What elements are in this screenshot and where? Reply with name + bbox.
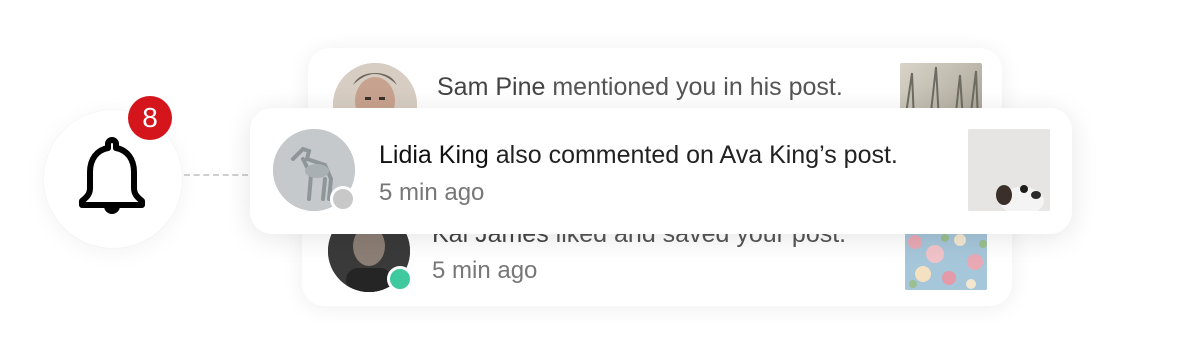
bell-icon (79, 137, 145, 214)
notification-text: Sam Pine mentioned you in his post. (437, 73, 843, 102)
action-text: also commented on Ava King’s post. (488, 141, 898, 169)
connector-line (184, 174, 248, 176)
timestamp: 5 min ago (432, 257, 538, 284)
notification-text: Lidia King also commented on Ava King’s … (379, 141, 898, 170)
online-status-dot (387, 266, 413, 292)
status-dot (330, 186, 356, 212)
user-name: Lidia King (379, 141, 489, 169)
notification-item-lidia-king[interactable]: Lidia King also commented on Ava King’s … (250, 108, 1072, 234)
post-thumbnail[interactable] (905, 232, 987, 290)
user-name: Sam Pine (437, 73, 546, 101)
action-text: mentioned you in his post. (545, 73, 843, 101)
timestamp: 5 min ago (379, 179, 485, 206)
post-thumbnail[interactable] (968, 129, 1050, 211)
notification-count-badge: 8 (128, 96, 172, 140)
